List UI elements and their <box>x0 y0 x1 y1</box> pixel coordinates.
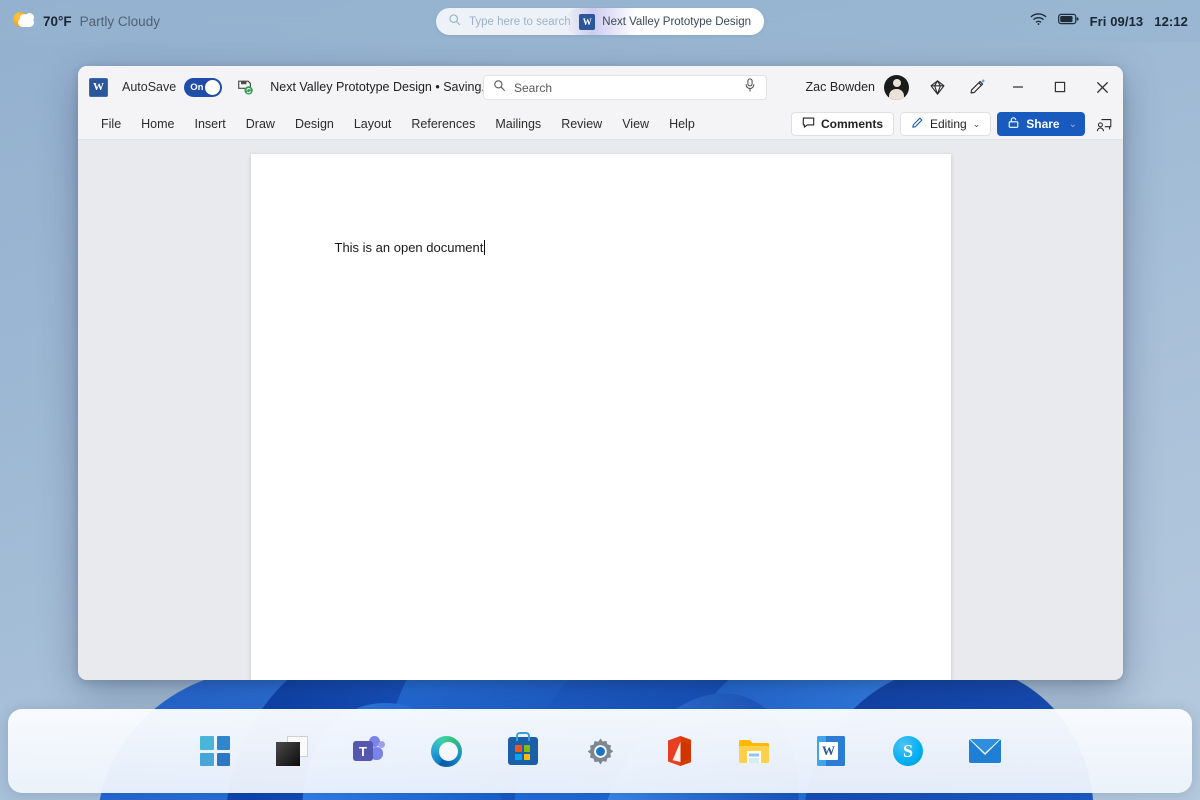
tab-references[interactable]: References <box>402 113 484 135</box>
tab-layout[interactable]: Layout <box>345 113 401 135</box>
tab-file[interactable]: File <box>92 113 130 135</box>
document-canvas: This is an open document <box>78 140 1123 680</box>
taskbar-search-placeholder: Type here to search <box>469 15 571 28</box>
tray-date[interactable]: Fri 09/13 <box>1090 14 1144 29</box>
share-button[interactable]: Share ⌄ <box>997 112 1085 136</box>
skype-button[interactable]: S <box>886 729 930 773</box>
folder-icon <box>738 738 770 764</box>
mail-icon <box>969 739 1001 763</box>
edge-icon <box>430 735 462 767</box>
tray-time[interactable]: 12:12 <box>1154 14 1188 29</box>
pen-sparkle-icon[interactable] <box>957 66 997 108</box>
word-title-bar: W AutoSave On Next Valley Prototype Desi… <box>78 66 1123 108</box>
tab-design[interactable]: Design <box>286 113 343 135</box>
tab-review[interactable]: Review <box>552 113 611 135</box>
chevron-down-icon[interactable]: ⌄ <box>1069 119 1077 130</box>
text-cursor <box>484 240 486 255</box>
user-name[interactable]: Zac Bowden <box>806 80 875 94</box>
comment-icon <box>802 116 815 132</box>
word-application-window: W AutoSave On Next Valley Prototype Desi… <box>78 66 1123 680</box>
task-view-button[interactable] <box>270 729 314 773</box>
tab-mailings[interactable]: Mailings <box>486 113 550 135</box>
tab-view[interactable]: View <box>613 113 658 135</box>
start-button[interactable] <box>193 729 237 773</box>
document-title[interactable]: Next Valley Prototype Design • Saving...… <box>270 80 511 94</box>
maximize-icon[interactable] <box>1039 66 1081 108</box>
file-explorer-button[interactable] <box>732 729 776 773</box>
document-paragraph: This is an open document <box>334 240 484 255</box>
system-tray: Fri 09/13 12:12 <box>1030 0 1188 42</box>
share-lock-icon <box>1007 116 1020 132</box>
word-search-placeholder: Search <box>514 80 553 95</box>
microsoft-store-icon <box>508 732 538 765</box>
weather-condition: Partly Cloudy <box>79 13 160 29</box>
tab-home[interactable]: Home <box>132 113 183 135</box>
sun-cloud-icon <box>13 11 35 31</box>
tab-insert[interactable]: Insert <box>186 113 235 135</box>
ribbon-right-controls: Comments Editing ⌄ Share ⌄ <box>790 108 1117 140</box>
weather-temperature: 70°F <box>43 13 72 29</box>
office-button[interactable] <box>655 729 699 773</box>
teams-icon: T <box>353 736 385 766</box>
taskbar-search-box[interactable]: Type here to search W Next Valley Protot… <box>436 8 764 35</box>
search-suggestion-pill[interactable]: W Next Valley Prototype Design <box>565 8 764 35</box>
ribbon-tabs: File Home Insert Draw Design Layout Refe… <box>92 113 704 135</box>
chevron-down-icon[interactable]: ⌄ <box>973 119 981 130</box>
word-search-box[interactable]: Search <box>483 75 767 100</box>
diamond-icon[interactable] <box>917 66 957 108</box>
battery-icon[interactable] <box>1057 12 1079 30</box>
save-sync-icon[interactable] <box>236 78 254 96</box>
autosave-toggle[interactable]: On <box>184 77 223 97</box>
avatar[interactable] <box>884 74 909 100</box>
wifi-icon[interactable] <box>1030 12 1047 31</box>
document-page[interactable]: This is an open document <box>250 154 951 680</box>
present-screen-icon[interactable] <box>1091 111 1117 137</box>
mail-button[interactable] <box>963 729 1007 773</box>
editing-button[interactable]: Editing ⌄ <box>900 112 992 136</box>
share-label: Share <box>1026 117 1060 131</box>
word-button[interactable]: W <box>809 729 853 773</box>
comments-button[interactable]: Comments <box>790 112 894 136</box>
windows-logo-icon <box>200 736 230 766</box>
editing-label: Editing <box>930 117 967 131</box>
task-view-icon <box>276 736 308 766</box>
teams-button[interactable]: T <box>347 729 391 773</box>
skype-icon: S <box>893 736 923 766</box>
word-icon: W <box>817 736 845 766</box>
pen-icon <box>911 116 924 132</box>
top-taskbar: 70°F Partly Cloudy Type here to search W… <box>0 0 1200 42</box>
minimize-icon[interactable] <box>997 66 1039 108</box>
edge-button[interactable] <box>424 729 468 773</box>
document-body-text[interactable]: This is an open document <box>335 240 486 255</box>
microphone-icon[interactable] <box>744 78 756 97</box>
store-button[interactable] <box>501 729 545 773</box>
gear-icon <box>585 736 616 767</box>
bottom-taskbar: T W S <box>8 709 1192 793</box>
search-icon <box>493 79 506 97</box>
tab-draw[interactable]: Draw <box>237 113 284 135</box>
tab-help[interactable]: Help <box>660 113 704 135</box>
autosave-state: On <box>190 81 204 93</box>
comments-label: Comments <box>820 117 883 131</box>
settings-button[interactable] <box>578 729 622 773</box>
weather-widget[interactable]: 70°F Partly Cloudy <box>0 11 160 31</box>
suggestion-label: Next Valley Prototype Design <box>602 15 751 28</box>
ribbon-tab-bar: File Home Insert Draw Design Layout Refe… <box>78 108 1123 140</box>
word-icon: W <box>89 77 108 97</box>
close-icon[interactable] <box>1081 66 1123 108</box>
title-bar-right-controls: Zac Bowden <box>806 66 1123 108</box>
word-icon: W <box>579 13 596 30</box>
autosave-label: AutoSave <box>122 80 177 94</box>
toggle-knob <box>205 79 221 95</box>
document-title-text: Next Valley Prototype Design • Saving... <box>270 80 492 94</box>
search-icon <box>448 13 461 31</box>
office-icon <box>664 736 691 766</box>
